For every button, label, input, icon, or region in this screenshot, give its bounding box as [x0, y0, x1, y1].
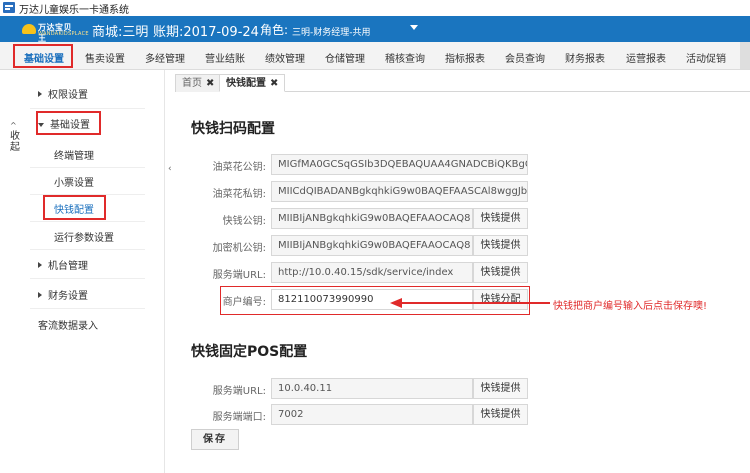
- main-menu: 基础设置 售卖设置 多经管理 营业结账 绩效管理 仓储管理 稽核查询 指标报表 …: [0, 42, 750, 70]
- sidebar-divider: [30, 108, 145, 109]
- highlight-box-quickpay: [43, 195, 106, 220]
- save-button[interactable]: 保存: [191, 429, 239, 450]
- menu-operations-report[interactable]: 运营报表: [626, 50, 666, 65]
- expand-arrow-icon: [38, 262, 42, 268]
- menu-member-query[interactable]: 会员查询: [505, 50, 545, 65]
- close-icon[interactable]: ✖: [270, 78, 278, 89]
- sidebar-item-machine-management[interactable]: 机台管理: [38, 257, 88, 272]
- field-label: 油菜花公钥:: [212, 162, 266, 173]
- server-url-input[interactable]: http://10.0.40.15/sdk/service/index: [271, 262, 473, 283]
- sidebar-item-label: 权限设置: [48, 90, 88, 101]
- field-label: 服务端端口:: [212, 412, 266, 423]
- pos-config-title: 快钱固定POS配置: [191, 344, 308, 360]
- yuchaihua-public-key-input[interactable]: MIGfMA0GCSqGSIb3DQEBAQUAA4GNADCBiQKBgQ: [271, 154, 528, 175]
- expand-arrow-icon: [38, 91, 42, 97]
- highlight-box-menu: [13, 44, 73, 68]
- expand-arrow-icon: [38, 292, 42, 298]
- accounting-date: 账期:2017-09-24: [153, 25, 259, 40]
- role-label: 角色:: [260, 23, 289, 37]
- scan-config-title: 快钱扫码配置: [191, 121, 275, 137]
- field-label: 服务端URL:: [212, 270, 266, 281]
- sidebar-item-terminal-management[interactable]: 终端管理: [54, 147, 94, 162]
- tab-home[interactable]: 首页 ✖: [175, 74, 222, 92]
- app-icon: [3, 2, 15, 13]
- tab-bar: 首页 ✖ 快钱配置 ✖: [175, 72, 750, 92]
- quickpay-provided-button[interactable]: 快钱提供: [473, 208, 528, 229]
- menu-multi-management[interactable]: 多经管理: [145, 50, 185, 65]
- quickpay-provided-button[interactable]: 快钱提供: [473, 378, 528, 399]
- highlight-box-merchant-id: [220, 286, 530, 315]
- sidebar-divider: [30, 221, 145, 222]
- annotation-text: 快钱把商户编号输入后点击保存噢!: [553, 301, 708, 312]
- menu-business-settlement[interactable]: 营业结账: [205, 50, 245, 65]
- window-title: 万达儿童娱乐一卡通系统: [19, 5, 129, 16]
- sidebar-item-permissions[interactable]: 权限设置: [38, 86, 88, 101]
- menu-performance[interactable]: 绩效管理: [265, 50, 305, 65]
- annotation-arrow-icon: [390, 298, 402, 308]
- sidebar-item-runtime-params[interactable]: 运行参数设置: [54, 229, 114, 244]
- tab-label: 快钱配置: [226, 78, 266, 89]
- menu-finance-report[interactable]: 财务报表: [565, 50, 605, 65]
- window-titlebar: 万达儿童娱乐一卡通系统: [0, 0, 750, 16]
- sidebar-divider: [30, 308, 145, 309]
- field-label: 油菜花私钥:: [212, 189, 266, 200]
- highlight-box-basic-settings: [36, 111, 101, 135]
- sidebar-divider: [30, 167, 145, 168]
- role-dropdown-icon[interactable]: [410, 25, 418, 30]
- field-label: 加密机公钥:: [212, 243, 266, 254]
- pos-server-port-input[interactable]: 7002: [271, 404, 473, 425]
- collapse-label-1: 收: [10, 131, 20, 142]
- field-label: 服务端URL:: [212, 386, 266, 397]
- encryptor-public-key-input[interactable]: MIIBIjANBgkqhkiG9w0BAQEFAAOCAQ8: [271, 235, 473, 256]
- pos-server-url-input[interactable]: 10.0.40.11: [271, 378, 473, 399]
- menu-audit-query[interactable]: 稽核查询: [385, 50, 425, 65]
- yuchaihua-private-key-input[interactable]: MIICdQIBADANBgkqhkiG9w0BAQEFAASCAl8wggJb…: [271, 181, 528, 202]
- menu-promotions[interactable]: 活动促销: [686, 50, 726, 65]
- sidebar-collapse-button[interactable]: ^ 收 起: [10, 120, 24, 153]
- quickpay-provided-button[interactable]: 快钱提供: [473, 262, 528, 283]
- collapse-caret-icon: ^: [10, 121, 17, 130]
- quickpay-provided-button[interactable]: 快钱提供: [473, 404, 528, 425]
- quickpay-public-key-input[interactable]: MIIBIjANBgkqhkiG9w0BAQEFAAOCAQ8: [271, 208, 473, 229]
- menu-sales-settings[interactable]: 售卖设置: [85, 50, 125, 65]
- sidebar-divider: [30, 278, 145, 279]
- brand-logo: 万达宝贝王 WANDAKIDSPLACE: [22, 22, 89, 43]
- close-icon[interactable]: ✖: [206, 78, 214, 89]
- sidebar-toggle-icon[interactable]: ‹: [168, 164, 172, 174]
- tab-label: 首页: [182, 78, 202, 89]
- menu-scroll-edge[interactable]: [740, 42, 750, 69]
- sidebar-item-label: 机台管理: [48, 261, 88, 272]
- sidebar-item-traffic-entry[interactable]: 客流数据录入: [38, 317, 98, 332]
- annotation-arrow-line: [400, 302, 550, 304]
- sidebar-divider: [30, 249, 145, 250]
- sidebar-item-receipt-settings[interactable]: 小票设置: [54, 174, 94, 189]
- field-label: 快钱公钥:: [222, 216, 266, 227]
- role-selector[interactable]: 三明-财务经理-共用: [292, 25, 371, 38]
- sidebar-item-label: 财务设置: [48, 291, 88, 302]
- tab-quickpay-config[interactable]: 快钱配置 ✖: [219, 74, 286, 92]
- app-header: 万达宝贝王 WANDAKIDSPLACE 商城:三明 账期:2017-09-24…: [0, 16, 750, 43]
- quickpay-provided-button[interactable]: 快钱提供: [473, 235, 528, 256]
- collapse-label-2: 起: [10, 142, 20, 153]
- store-name: 商城:三明: [92, 25, 149, 40]
- menu-warehouse[interactable]: 仓储管理: [325, 50, 365, 65]
- logo-subtext: WANDAKIDSPLACE: [38, 31, 89, 37]
- menu-indicator-report[interactable]: 指标报表: [445, 50, 485, 65]
- logo-mark: [22, 24, 36, 34]
- sidebar-item-finance-settings[interactable]: 财务设置: [38, 287, 88, 302]
